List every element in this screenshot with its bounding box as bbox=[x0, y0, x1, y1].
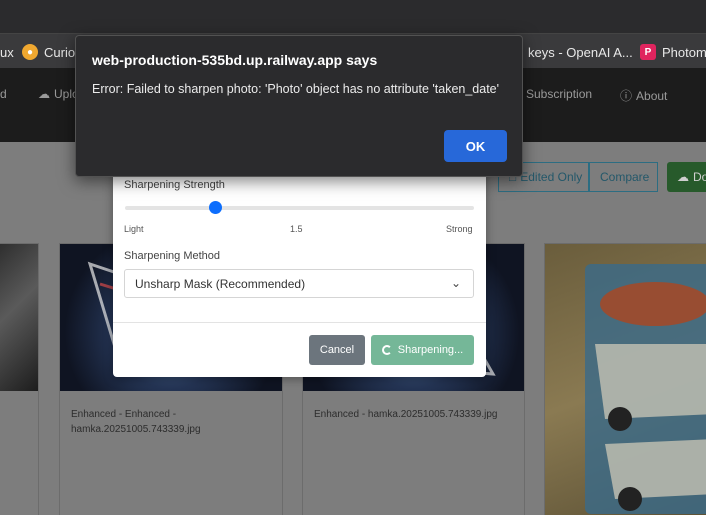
bookmark-ux[interactable]: ux bbox=[0, 42, 14, 62]
info-icon: ⓘ bbox=[620, 89, 633, 103]
bookmark-label: ux bbox=[0, 44, 14, 60]
spinner-icon bbox=[381, 345, 392, 355]
browser-tab-strip bbox=[0, 0, 706, 33]
tick-strong: Strong bbox=[446, 224, 473, 234]
nav-item-subscription[interactable]: Subscription bbox=[526, 87, 592, 101]
sharpen-modal: Sharpening Strength Light 1.5 Strong Sha… bbox=[113, 160, 486, 377]
compare-button[interactable]: Compare bbox=[589, 162, 658, 192]
tick-value: 1.5 bbox=[290, 224, 303, 234]
sharpening-method-label: Sharpening Method bbox=[124, 250, 221, 262]
nav-item-upload[interactable]: ☁ Uplo bbox=[38, 87, 79, 101]
sharpen-button[interactable]: Sharpening... bbox=[371, 335, 474, 365]
nav-item-about[interactable]: ⓘ About bbox=[620, 87, 667, 104]
sharpen-button-label: Sharpening... bbox=[397, 344, 464, 356]
edited-only-label: Edited Only bbox=[520, 170, 583, 184]
sharpening-method-select[interactable]: Unsharp Mask (Recommended) ⌄ bbox=[124, 269, 474, 298]
tick-light: Light bbox=[124, 224, 144, 234]
sharpening-strength-label: Sharpening Strength bbox=[124, 179, 225, 191]
upload-icon: ☁ bbox=[38, 87, 50, 101]
photo-thumbnail[interactable] bbox=[0, 244, 38, 391]
photo-caption: Enhanced - Enhanced - hamka.20251005.743… bbox=[71, 409, 201, 435]
photo-thumbnail[interactable] bbox=[545, 244, 706, 515]
bookmark-label: Curio bbox=[44, 44, 76, 60]
modal-footer-divider bbox=[113, 322, 486, 323]
download-label: Do bbox=[693, 170, 706, 184]
bookmark-photomy[interactable]: P Photomy bbox=[640, 42, 706, 62]
browser-alert-dialog: web-production-535bd.up.railway.app says… bbox=[75, 35, 523, 177]
nav-item-d[interactable]: d bbox=[0, 87, 7, 101]
compare-label: Compare bbox=[600, 170, 650, 184]
photo-card[interactable] bbox=[544, 243, 706, 515]
photo-card[interactable] bbox=[0, 243, 39, 515]
bookmark-label: Photomy bbox=[662, 44, 706, 60]
nav-label: d bbox=[0, 87, 7, 101]
chevron-down-icon: ⌄ bbox=[450, 276, 461, 290]
sharpening-strength-slider[interactable] bbox=[125, 206, 474, 210]
bookmark-curio[interactable]: ● Curio bbox=[22, 42, 75, 62]
download-button[interactable]: ☁ Do bbox=[667, 162, 706, 192]
ok-button[interactable]: OK bbox=[444, 130, 507, 162]
bookmark-openai-keys[interactable]: keys - OpenAI A... bbox=[528, 42, 633, 62]
bookmark-label: keys - OpenAI A... bbox=[528, 44, 633, 60]
thumbnail-art bbox=[585, 264, 706, 514]
download-icon: ☁ bbox=[677, 170, 689, 184]
photo-caption: Enhanced - hamka.20251005.743339.jpg bbox=[314, 409, 498, 420]
lightbulb-icon: ● bbox=[22, 44, 38, 60]
alert-message: Error: Failed to sharpen photo: 'Photo' … bbox=[92, 82, 500, 96]
photomy-icon: P bbox=[640, 44, 656, 60]
nav-label: About bbox=[636, 88, 668, 103]
selected-method: Unsharp Mask (Recommended) bbox=[135, 276, 306, 291]
slider-thumb[interactable] bbox=[209, 201, 223, 214]
nav-label: Subscription bbox=[526, 87, 593, 101]
cancel-button[interactable]: Cancel bbox=[309, 335, 365, 365]
alert-title: web-production-535bd.up.railway.app says bbox=[92, 52, 378, 68]
